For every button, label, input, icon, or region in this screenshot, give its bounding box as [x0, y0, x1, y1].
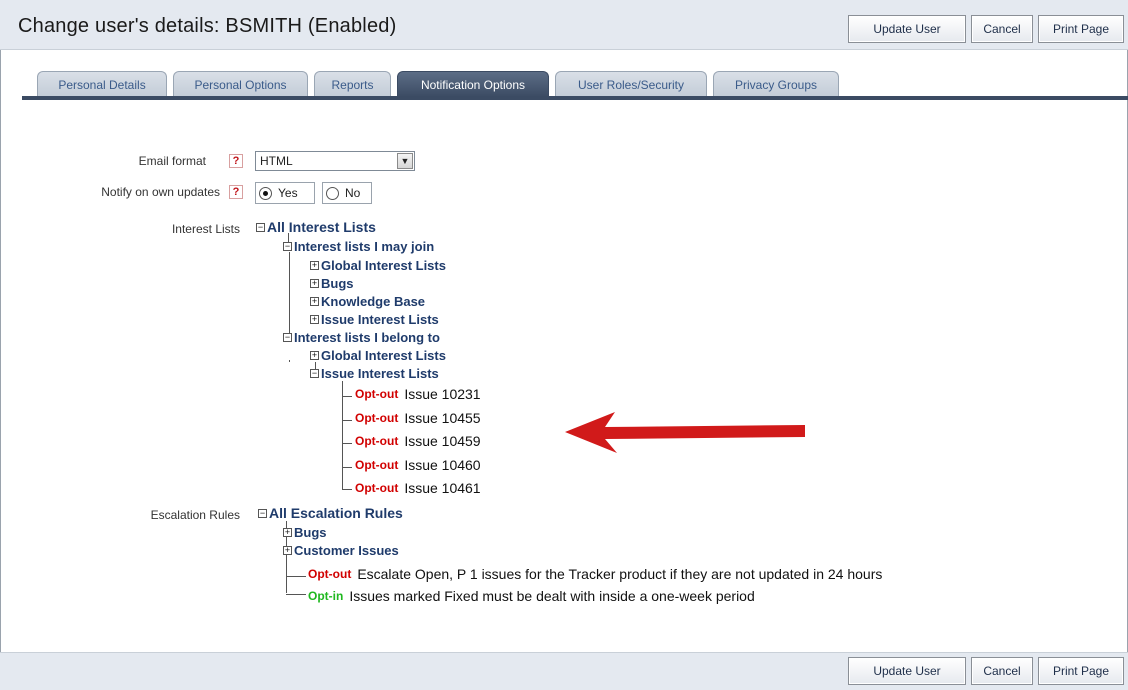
footer-print-page-button[interactable]: Print Page	[1038, 657, 1124, 685]
radio-no-label: No	[345, 186, 361, 200]
tree-line	[342, 381, 343, 489]
page-title: Change user's details: BSMITH (Enabled)	[18, 15, 397, 37]
tab-user-roles-security[interactable]: User Roles/Security	[555, 71, 707, 97]
footer-cancel-button[interactable]: Cancel	[971, 657, 1033, 685]
expand-icon[interactable]: +	[310, 297, 319, 306]
escalation-rules-label: Escalation Rules	[150, 508, 240, 522]
list-item: Opt-out Issue 10231	[355, 386, 481, 402]
tree-node-knowledge-base[interactable]: + Knowledge Base	[310, 294, 425, 309]
tree-line	[342, 467, 352, 468]
expand-icon[interactable]: +	[310, 351, 319, 360]
tree-line	[342, 396, 352, 397]
opt-out-link[interactable]: Opt-out	[355, 458, 398, 472]
tree-node-belong-global[interactable]: + Global Interest Lists	[310, 348, 446, 363]
list-item: Opt-out Issue 10459	[355, 433, 481, 449]
tree-line	[342, 443, 352, 444]
tree-node-may-join[interactable]: − Interest lists I may join	[283, 239, 434, 254]
notify-no-option[interactable]: No	[322, 182, 372, 204]
tree-node-global-interest-lists[interactable]: + Global Interest Lists	[310, 258, 446, 273]
issue-label: Issue 10455	[404, 410, 481, 426]
update-user-button[interactable]: Update User	[848, 15, 966, 43]
email-format-value: HTML	[260, 154, 293, 168]
list-item: Opt-in Issues marked Fixed must be dealt…	[308, 588, 755, 604]
rule-label: Escalate Open, P 1 issues for the Tracke…	[357, 566, 883, 582]
issue-label: Issue 10460	[404, 457, 481, 473]
collapse-icon[interactable]: −	[310, 369, 319, 378]
email-format-select[interactable]: HTML ▼	[255, 151, 415, 171]
radio-no[interactable]	[326, 186, 339, 200]
tree-node-escalation-bugs[interactable]: + Bugs	[283, 525, 327, 540]
collapse-icon[interactable]: −	[258, 508, 267, 518]
opt-in-link[interactable]: Opt-in	[308, 589, 343, 603]
opt-out-link[interactable]: Opt-out	[355, 481, 398, 495]
issue-label: Issue 10459	[404, 433, 481, 449]
list-item: Opt-out Escalate Open, P 1 issues for th…	[308, 566, 882, 582]
tab-privacy-groups[interactable]: Privacy Groups	[713, 71, 839, 97]
radio-yes[interactable]	[259, 186, 272, 200]
expand-icon[interactable]: +	[310, 315, 319, 324]
tree-node-all-escalation-rules[interactable]: − All Escalation Rules	[258, 505, 403, 521]
tree-line	[289, 360, 290, 362]
email-format-label: Email format	[138, 154, 206, 168]
opt-out-link[interactable]: Opt-out	[308, 567, 351, 581]
tree-line	[286, 594, 306, 595]
opt-out-link[interactable]: Opt-out	[355, 434, 398, 448]
footer-bar: Update User Cancel Print Page	[0, 652, 1128, 690]
tree-node-belong-issue[interactable]: − Issue Interest Lists	[310, 366, 439, 381]
collapse-icon[interactable]: −	[283, 242, 292, 251]
tab-personal-details[interactable]: Personal Details	[37, 71, 167, 97]
window-frame	[0, 0, 1128, 690]
print-page-button[interactable]: Print Page	[1038, 15, 1124, 43]
expand-icon[interactable]: +	[310, 261, 319, 270]
tree-line	[342, 489, 352, 490]
footer-update-user-button[interactable]: Update User	[848, 657, 966, 685]
header-bar: Change user's details: BSMITH (Enabled) …	[0, 0, 1128, 50]
cancel-button[interactable]: Cancel	[971, 15, 1033, 43]
chevron-down-icon[interactable]: ▼	[397, 153, 413, 169]
red-arrow-icon	[565, 412, 805, 453]
collapse-icon[interactable]: −	[283, 333, 292, 342]
tab-personal-options[interactable]: Personal Options	[173, 71, 308, 97]
expand-icon[interactable]: +	[283, 528, 292, 537]
issue-label: Issue 10461	[404, 480, 481, 496]
rule-label: Issues marked Fixed must be dealt with i…	[349, 588, 755, 604]
tab-reports[interactable]: Reports	[314, 71, 391, 97]
expand-icon[interactable]: +	[310, 279, 319, 288]
notify-yes-option[interactable]: Yes	[255, 182, 315, 204]
tree-line	[286, 576, 306, 577]
opt-out-link[interactable]: Opt-out	[355, 411, 398, 425]
tree-node-bugs[interactable]: + Bugs	[310, 276, 354, 291]
list-item: Opt-out Issue 10460	[355, 457, 481, 473]
tree-line	[342, 420, 352, 421]
list-item: Opt-out Issue 10461	[355, 480, 481, 496]
list-item: Opt-out Issue 10455	[355, 410, 481, 426]
opt-out-link[interactable]: Opt-out	[355, 387, 398, 401]
notify-own-label: Notify on own updates	[101, 185, 220, 199]
issue-label: Issue 10231	[404, 386, 481, 402]
expand-icon[interactable]: +	[283, 546, 292, 555]
interest-lists-label: Interest Lists	[171, 222, 240, 236]
collapse-icon[interactable]: −	[256, 222, 265, 232]
email-format-help-icon[interactable]: ?	[229, 154, 243, 168]
tree-node-issue-interest-lists[interactable]: + Issue Interest Lists	[310, 312, 439, 327]
notify-own-help-icon[interactable]: ?	[229, 185, 243, 199]
tab-underline	[22, 96, 1128, 100]
tab-notification-options[interactable]: Notification Options	[397, 71, 549, 97]
tree-node-all-interest-lists[interactable]: − All Interest Lists	[256, 219, 376, 235]
tree-line	[289, 252, 290, 334]
tree-node-customer-issues[interactable]: + Customer Issues	[283, 543, 399, 558]
radio-yes-label: Yes	[278, 186, 298, 200]
tree-node-belong-to[interactable]: − Interest lists I belong to	[283, 330, 440, 345]
